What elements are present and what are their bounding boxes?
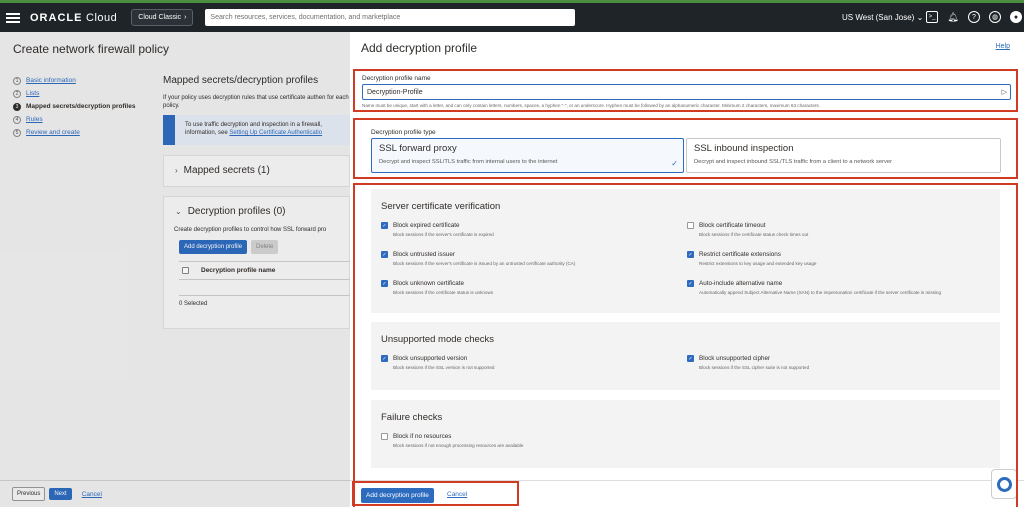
highlight-box-checks — [353, 183, 1018, 507]
chevron-down-icon: ⌄ — [917, 13, 924, 22]
help-link[interactable]: Help — [996, 43, 1010, 50]
chevron-right-icon: › — [184, 14, 186, 21]
cloud-shell-icon[interactable]: >_ — [926, 11, 938, 23]
add-decryption-profile-panel: Add decryption profile Help Decryption p… — [350, 32, 1024, 507]
panel-title: Add decryption profile — [361, 41, 477, 55]
hamburger-menu-icon[interactable] — [6, 13, 20, 23]
highlight-box-type — [353, 118, 1018, 179]
globe-icon[interactable]: ◍ — [989, 11, 1001, 23]
oracle-cloud-logo[interactable]: ORACLE Cloud — [30, 12, 117, 24]
search-input[interactable]: Search resources, services, documentatio… — [205, 9, 575, 26]
highlight-box-name — [353, 69, 1018, 112]
cloud-classic-button[interactable]: Cloud Classic› — [131, 9, 193, 26]
profile-icon[interactable]: ● — [1010, 11, 1022, 23]
region-selector[interactable]: US West (San Jose) ⌄ — [842, 13, 923, 22]
overlay-scrim — [0, 32, 350, 507]
highlight-box-footer — [352, 481, 519, 506]
top-navigation-bar: ORACLE Cloud Cloud Classic› Search resou… — [0, 0, 1024, 32]
help-icon[interactable]: ? — [968, 11, 980, 23]
bell-icon[interactable]: 🔔︎ — [947, 11, 959, 23]
